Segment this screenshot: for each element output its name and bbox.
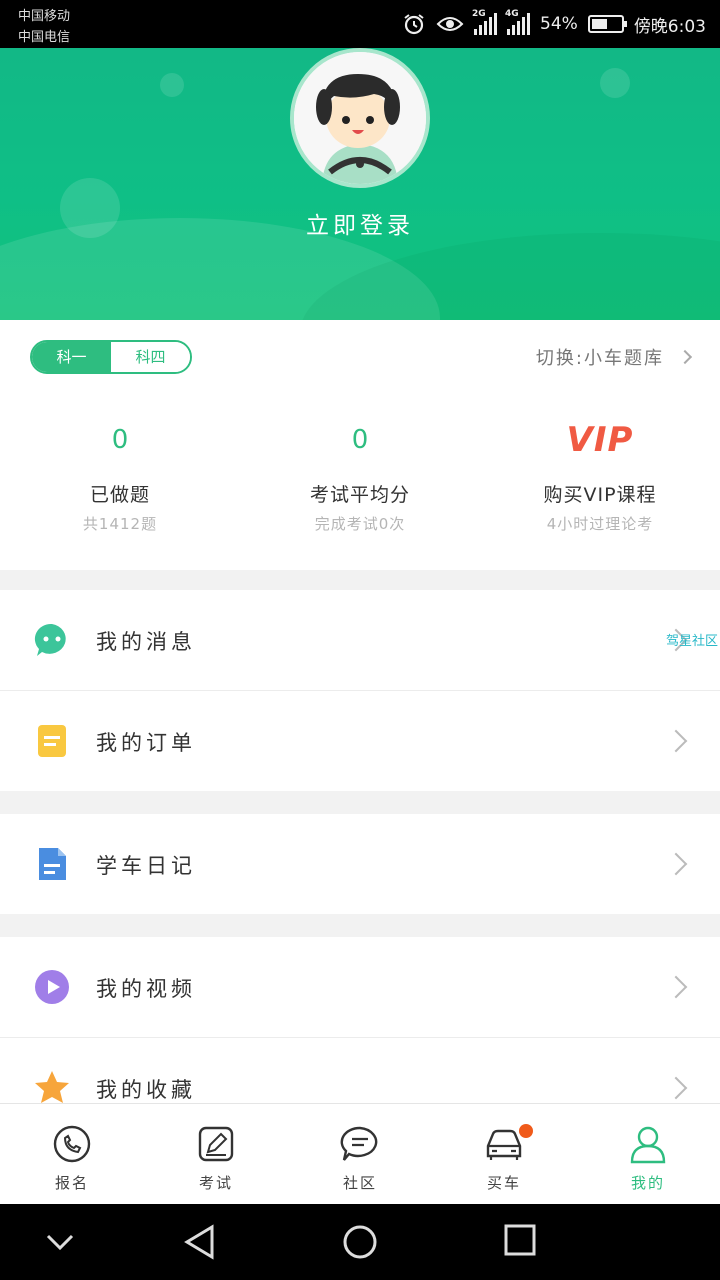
phone-icon <box>53 1125 91 1163</box>
system-nav-bar <box>0 1204 720 1280</box>
tab-label: 我的 <box>630 1174 665 1192</box>
menu-label: 我的视频 <box>96 977 196 1001</box>
chevron-right-icon <box>664 852 688 876</box>
tab-buy-car[interactable]: 买车 <box>432 1104 576 1204</box>
stat-avg-score[interactable]: 0 考试平均分 完成考试0次 <box>240 420 480 534</box>
tab-signup[interactable]: 报名 <box>0 1104 144 1204</box>
tab-subject-1[interactable]: 科一 <box>32 342 111 372</box>
star-icon <box>35 1071 69 1103</box>
avatar[interactable] <box>290 48 430 188</box>
menu-my-orders[interactable]: 我的订单 <box>0 691 720 791</box>
menu-label: 我的收藏 <box>96 1078 196 1102</box>
comment-icon <box>340 1126 378 1161</box>
stat-value: 0 <box>351 425 369 455</box>
tab-label: 社区 <box>342 1174 377 1192</box>
switch-question-bank[interactable]: 切换:小车题库 <box>535 344 693 370</box>
edit-icon <box>198 1126 234 1162</box>
back-icon[interactable] <box>182 1224 218 1260</box>
menu-label: 我的订单 <box>96 731 196 755</box>
login-link[interactable]: 立即登录 <box>0 206 720 240</box>
bottom-tab-bar: 报名 考试 社区 买车 我的 <box>0 1103 720 1204</box>
eye-icon <box>436 17 464 31</box>
stat-vip[interactable]: VIP 购买VIP课程 4小时过理论考 <box>480 420 720 534</box>
tab-community[interactable]: 社区 <box>288 1104 432 1204</box>
community-tag[interactable]: 驾星社区 <box>666 630 718 649</box>
signal-2g-icon: 2G <box>472 9 498 35</box>
stat-label: 考试平均分 <box>309 484 410 506</box>
tab-subject-4[interactable]: 科四 <box>111 342 190 372</box>
tab-exam[interactable]: 考试 <box>144 1104 288 1204</box>
subject-toggle: 科一 科四 <box>30 340 192 374</box>
vip-logo: VIP <box>566 420 634 460</box>
stat-sub: 4小时过理论考 <box>546 515 654 533</box>
tab-label: 考试 <box>198 1174 233 1192</box>
profile-header: 立即登录 <box>0 48 720 320</box>
battery-icon <box>587 15 627 33</box>
play-icon <box>35 970 69 1004</box>
switch-label: 切换:小车题库 <box>535 348 664 369</box>
chevron-right-icon <box>677 349 693 365</box>
chevron-right-icon <box>664 1076 688 1100</box>
menu-my-videos[interactable]: 我的视频 <box>0 937 720 1037</box>
stats-card: 科一 科四 切换:小车题库 0 已做题 共1412题 0 考试平均分 完成考试0… <box>0 320 720 570</box>
tab-label: 买车 <box>486 1174 521 1192</box>
chat-bubble-icon <box>34 623 66 656</box>
menu-driving-diary[interactable]: 学车日记 <box>0 814 720 914</box>
carrier-1: 中国移动 <box>18 9 71 24</box>
tab-label: 报名 <box>54 1174 89 1192</box>
notification-dot <box>519 1124 533 1138</box>
chevron-down-icon[interactable] <box>44 1224 76 1260</box>
driver-avatar-icon <box>294 52 426 184</box>
menu-label: 学车日记 <box>96 854 196 878</box>
alarm-icon <box>404 14 424 35</box>
stat-sub: 完成考试0次 <box>314 515 406 533</box>
menu-label: 我的消息 <box>96 630 196 654</box>
stat-done[interactable]: 0 已做题 共1412题 <box>0 420 240 534</box>
stat-label: 已做题 <box>89 484 150 506</box>
stat-sub: 共1412题 <box>82 515 158 533</box>
tab-me[interactable]: 我的 <box>576 1104 720 1204</box>
stat-value: 0 <box>111 425 129 455</box>
home-icon[interactable] <box>340 1224 380 1264</box>
carrier-2: 中国电信 <box>18 30 71 45</box>
menu-my-messages[interactable]: 我的消息 驾星社区 <box>0 590 720 690</box>
document-icon <box>39 848 66 880</box>
clock: 傍晚6:03 <box>633 16 706 37</box>
chevron-right-icon <box>664 975 688 999</box>
stat-label: 购买VIP课程 <box>543 484 657 506</box>
chevron-right-icon <box>664 729 688 753</box>
person-icon <box>630 1126 666 1164</box>
battery-percent: 54% <box>540 14 578 34</box>
recents-icon[interactable] <box>502 1224 538 1260</box>
order-icon <box>38 725 66 757</box>
signal-4g-icon: 4G <box>505 9 531 35</box>
status-bar: 中国移动 中国电信 2G 4G 54% 傍晚6:03 <box>0 0 720 48</box>
